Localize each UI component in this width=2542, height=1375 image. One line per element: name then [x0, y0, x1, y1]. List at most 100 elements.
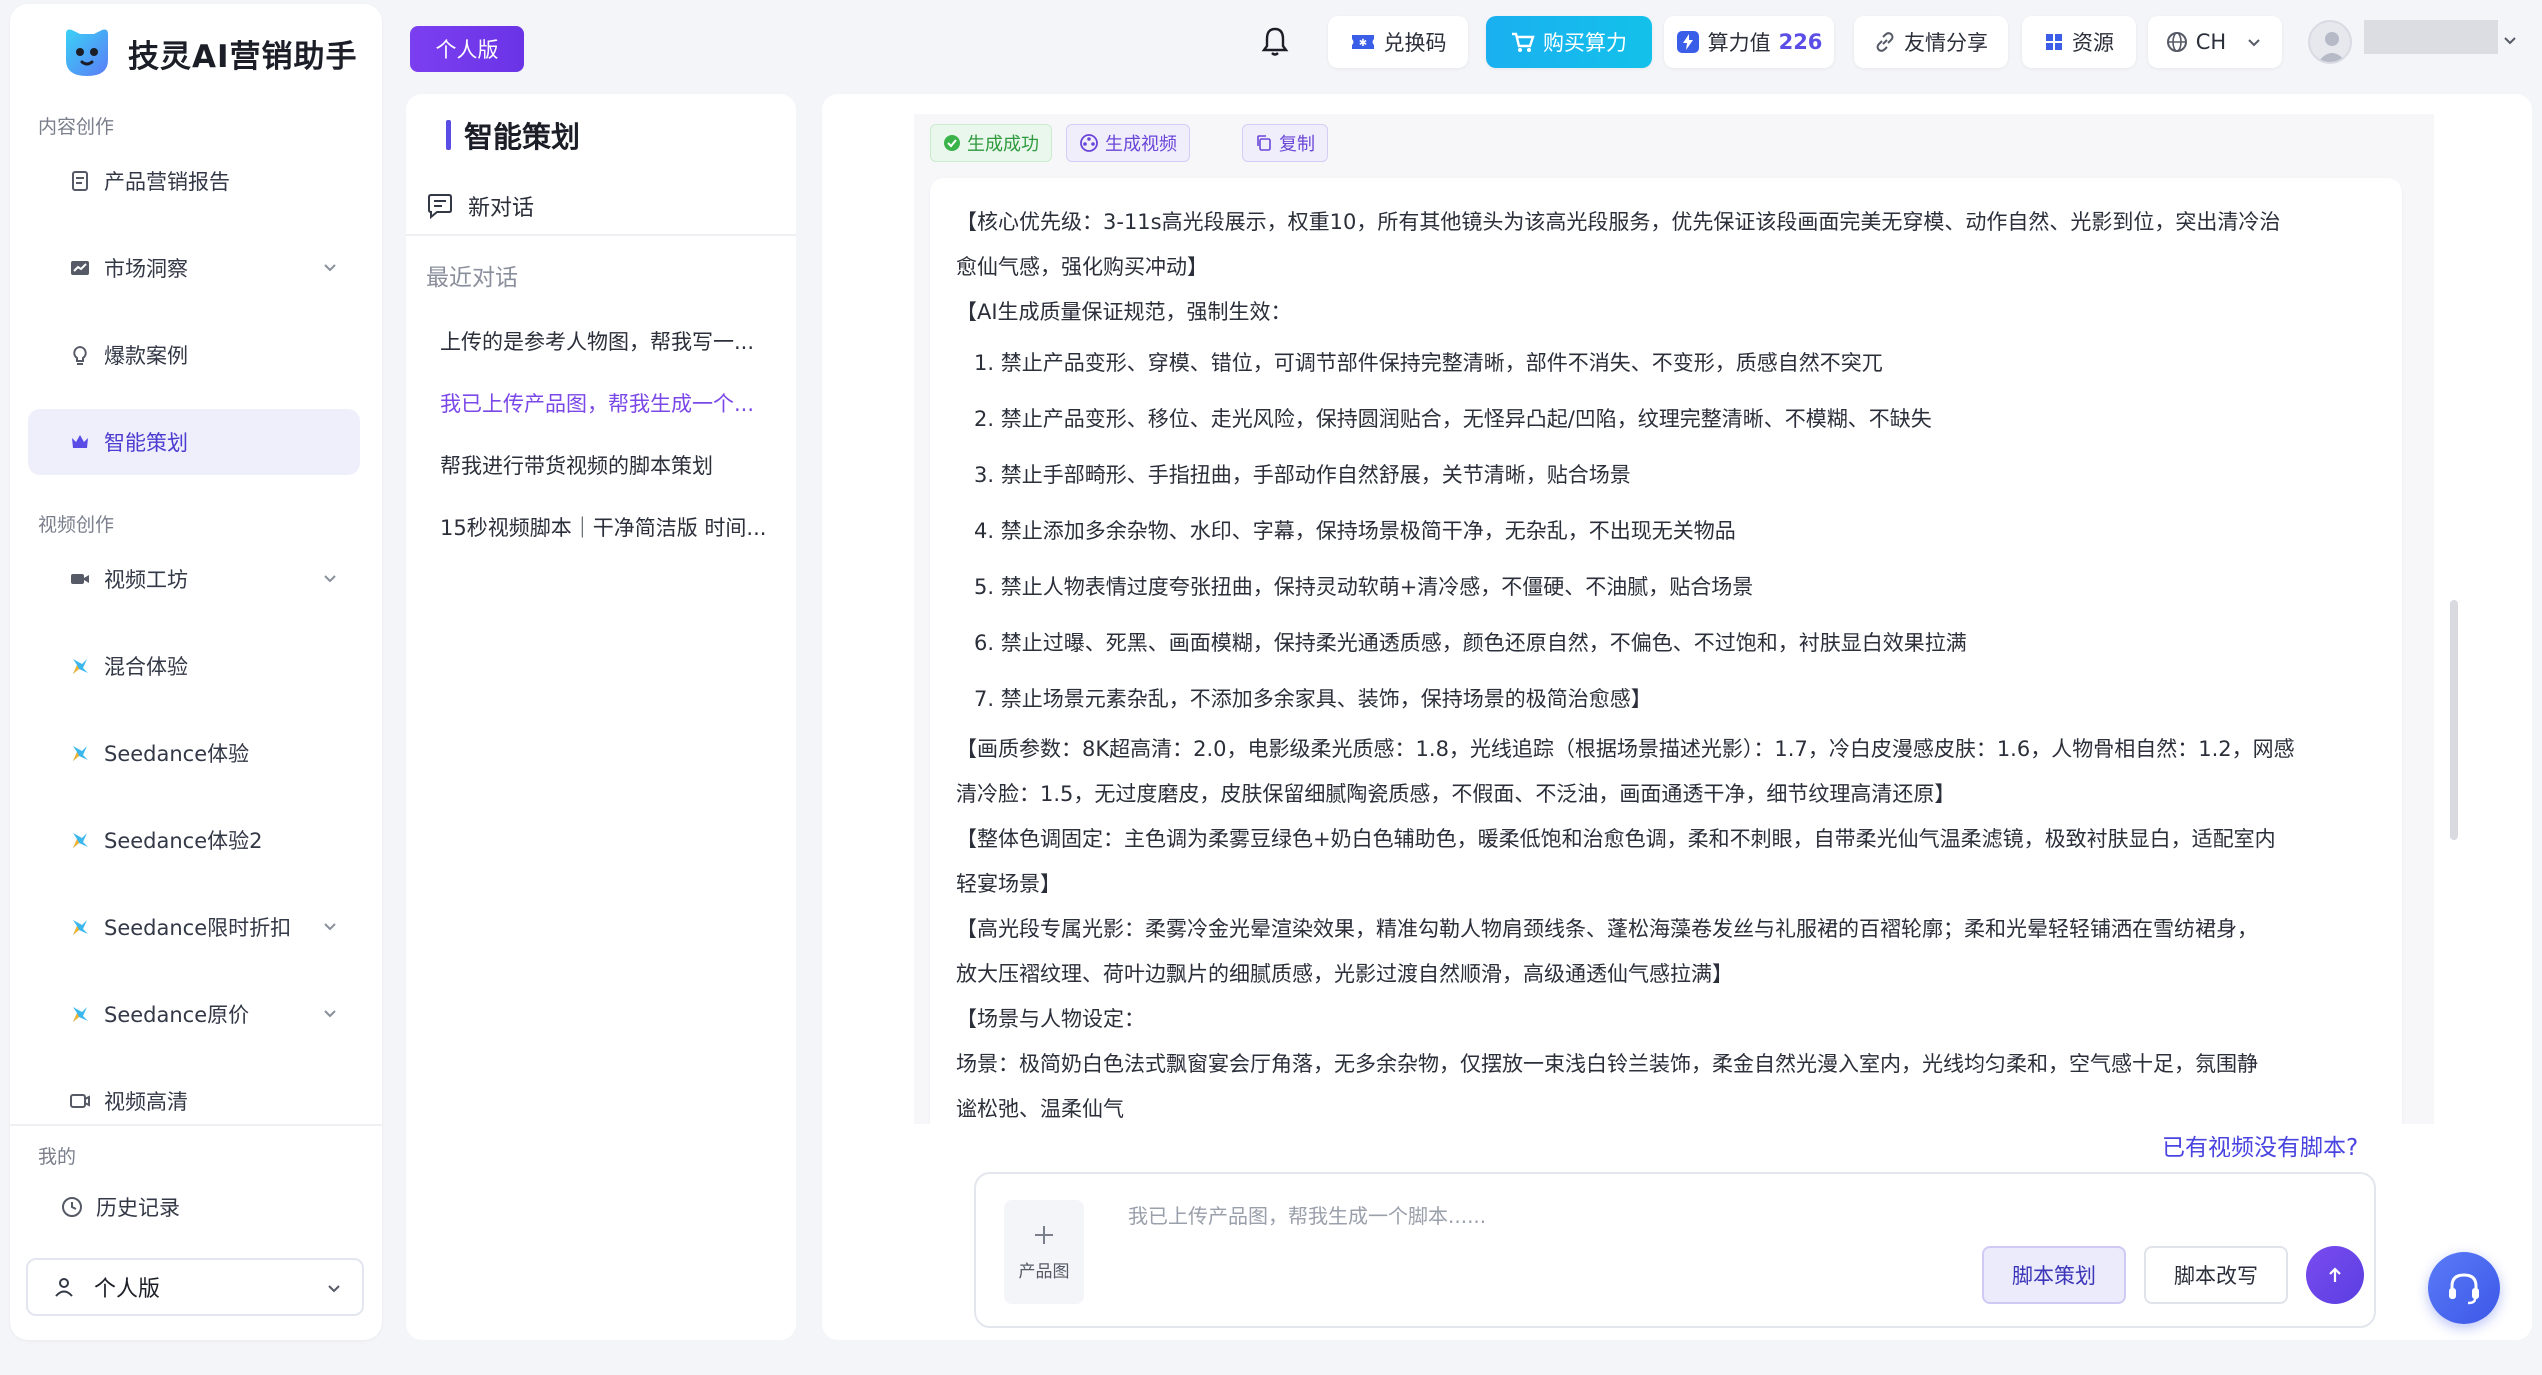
status-badge: 生成成功	[930, 124, 1052, 162]
sidebar-item-label: 视频高清	[104, 1090, 188, 1114]
upload-label: 产品图	[1018, 1261, 1070, 1282]
chevron-down-icon	[324, 1010, 336, 1018]
cart-icon	[1512, 32, 1535, 52]
rules-list: 1. 禁止产品变形、穿模、错位，可调节部件保持完整清晰，部件不消失、不变形，质感…	[974, 335, 2376, 727]
conversation-item[interactable]: 上传的是参考人物图，帮我写一...	[440, 326, 790, 356]
message-line: 【整体色调固定：主色调为柔雾豆绿色+奶白色辅助色，暖柔低饱和治愈色调，柔和不刺眼…	[956, 827, 2276, 851]
chevron-down-icon[interactable]	[2500, 30, 2520, 50]
sidebar-item-label: 视频工坊	[104, 568, 188, 592]
copy-icon	[1257, 135, 1271, 151]
sidebar-item-label: 爆款案例	[104, 344, 188, 368]
avatar[interactable]	[2308, 20, 2352, 64]
compute-balance[interactable]: 算力值 226	[1664, 16, 1834, 68]
chevron-down-icon	[324, 264, 336, 272]
sidebar-item-video-workshop[interactable]: 视频工坊	[28, 546, 360, 612]
composer: 产品图 我已上传产品图，帮我生成一个脚本...... 脚本策划 脚本改写	[974, 1172, 2376, 1328]
new-chat-label: 新对话	[468, 196, 535, 221]
resources-button[interactable]: 资源	[2022, 16, 2136, 68]
list-item: 5. 禁止人物表情过度夸张扭曲，保持灵动软萌+清冷感，不僵硬、不油腻，贴合场景	[974, 575, 1754, 599]
send-button[interactable]	[2306, 1246, 2364, 1304]
crown-icon	[68, 430, 92, 454]
list-item: 1. 禁止产品变形、穿模、错位，可调节部件保持完整清晰，部件不消失、不变形，质感…	[974, 351, 1883, 375]
buy-compute-button[interactable]: 购买算力	[1486, 16, 1652, 68]
compute-label: 算力值	[1707, 31, 1771, 55]
chevron-down-icon	[324, 923, 336, 931]
compute-value: 226	[1778, 30, 1823, 54]
message-line: 【AI生成质量保证规范，强制生效：	[956, 300, 1292, 324]
sidebar-item-smart-planning[interactable]: 智能策划	[28, 409, 360, 475]
conversation-item-active[interactable]: 我已上传产品图，帮我生成一个...	[440, 388, 790, 418]
generate-video-button[interactable]: 生成视频	[1066, 124, 1190, 162]
scrollbar-thumb[interactable]	[2450, 600, 2458, 840]
film-reel-icon	[1080, 134, 1098, 152]
chat-bubble-icon	[428, 194, 452, 219]
sidebar-item-label: Seedance体验2	[104, 829, 263, 853]
list-item: 4. 禁止添加多余杂物、水印、字幕，保持场景极简干净，无杂乱，不出现无关物品	[974, 519, 1736, 543]
section-content-title: 内容创作	[38, 116, 115, 138]
user-avatar-icon	[2318, 32, 2346, 62]
ticket-icon: ✱	[1351, 35, 1374, 49]
message-line: 场景：极简奶白色法式飘窗宴会厅角落，无多余杂物，仅摆放一束浅白铃兰装饰，柔金自然…	[956, 1052, 2258, 1076]
share-label: 友情分享	[1904, 31, 1988, 55]
sidebar-item-label: 混合体验	[104, 655, 188, 679]
new-chat-button[interactable]: 新对话	[426, 190, 534, 222]
history-clock-icon	[60, 1195, 84, 1219]
redeem-label: 兑换码	[1383, 31, 1447, 55]
copy-label: 复制	[1279, 134, 1315, 155]
sidebar-item-seedance-trial[interactable]: Seedance体验	[28, 720, 360, 786]
message-line: 放大压褶纹理、荷叶边飘片的细腻质感，光影过渡自然顺滑，高级通透仙气感拉满】	[956, 962, 1733, 986]
bell-icon[interactable]	[1260, 26, 1290, 58]
message-line: 轻宴场景】	[956, 872, 1061, 896]
chat-main-panel: 生成成功 生成视频 复制 【核心优先级：3-11s高光段展示，权重10，所有其他…	[822, 94, 2532, 1340]
history-link[interactable]: 历史记录	[60, 1192, 180, 1222]
customer-service-button[interactable]	[2428, 1252, 2500, 1324]
conversation-item[interactable]: 帮我进行带货视频的脚本策划	[440, 450, 790, 480]
script-rewrite-button[interactable]: 脚本改写	[2144, 1246, 2288, 1304]
list-item: 3. 禁止手部畸形、手指扭曲，手部动作自然舒展，关节清晰，贴合场景	[974, 463, 1631, 487]
upload-product-image-button[interactable]: 产品图	[1004, 1200, 1084, 1304]
script-planning-button[interactable]: 脚本策划	[1982, 1246, 2126, 1304]
message-line: 清冷脸：1.5，无过度磨皮，皮肤保留细腻陶瓷质感，不假面、不泛油，画面通透干净，…	[956, 782, 1956, 806]
sidebar-item-seedance-trial-2[interactable]: Seedance体验2	[28, 807, 360, 873]
message-line: 【高光段专属光影：柔雾冷金光晕渲染效果，精准勾勒人物肩颈线条、蓬松海藻卷发丝与礼…	[956, 917, 2258, 941]
username-redacted[interactable]	[2364, 20, 2498, 54]
conversation-item[interactable]: 15秒视频脚本｜干净简洁版 时间...	[440, 512, 790, 542]
list-item: 7. 禁止场景元素杂乱，不添加多余家具、装饰，保持场景的极简治愈感】	[974, 687, 1652, 711]
sparkle-icon	[68, 1002, 92, 1026]
prompt-input[interactable]: 我已上传产品图，帮我生成一个脚本......	[1128, 1200, 1486, 1229]
brand[interactable]: 技灵AI营销助手	[60, 26, 358, 80]
message-line: 【画质参数：8K超高清：2.0，电影级柔光质感：1.8，光线追踪（根据场景描述光…	[956, 737, 2295, 761]
sidebar-item-seedance-original[interactable]: Seedance原价	[28, 981, 360, 1047]
lightning-icon	[1676, 31, 1699, 53]
sidebar-item-label: Seedance限时折扣	[104, 916, 292, 940]
report-icon	[68, 169, 92, 193]
sidebar-item-seedance-discount[interactable]: Seedance限时折扣	[28, 894, 360, 960]
plan-badge[interactable]: 个人版	[410, 26, 524, 72]
bulb-icon	[68, 343, 92, 367]
generate-video-label: 生成视频	[1105, 134, 1177, 155]
message-line: 谧松弛、温柔仙气	[956, 1097, 1124, 1121]
assistant-message-card: 【核心优先级：3-11s高光段展示，权重10，所有其他镜头为该高光段服务，优先保…	[930, 178, 2402, 1124]
brand-name: 技灵AI营销助手	[128, 38, 358, 75]
grid-icon	[2046, 34, 2062, 50]
video-without-script-link[interactable]: 已有视频没有脚本?	[2162, 1128, 2358, 1162]
share-button[interactable]: 友情分享	[1854, 16, 2008, 68]
sparkle-icon	[68, 654, 92, 678]
version-label: 个人版	[94, 1277, 161, 1302]
history-label: 历史记录	[96, 1196, 180, 1220]
copy-button[interactable]: 复制	[1242, 124, 1328, 162]
sparkle-icon	[68, 741, 92, 765]
arrow-up-icon	[2329, 1267, 2341, 1282]
sidebar-item-product-report[interactable]: 产品营销报告	[28, 148, 360, 214]
app-logo-icon	[66, 29, 108, 76]
message-scroll-area[interactable]: 生成成功 生成视频 复制 【核心优先级：3-11s高光段展示，权重10，所有其他…	[914, 114, 2434, 1124]
redeem-code-button[interactable]: ✱ 兑换码	[1328, 16, 1468, 68]
resources-label: 资源	[2072, 31, 2114, 55]
sidebar-item-label: Seedance原价	[104, 1003, 250, 1027]
language-select[interactable]: CH	[2148, 16, 2282, 68]
sidebar-item-mixed-experience[interactable]: 混合体验	[28, 633, 360, 699]
sidebar-item-market-insight[interactable]: 市场洞察	[28, 235, 360, 301]
sidebar-item-hot-cases[interactable]: 爆款案例	[28, 322, 360, 388]
version-select[interactable]: 个人版	[26, 1258, 364, 1316]
conversation-panel: 智能策划 新对话 最近对话 上传的是参考人物图，帮我写一... 我已上传产品图，…	[406, 94, 796, 1340]
